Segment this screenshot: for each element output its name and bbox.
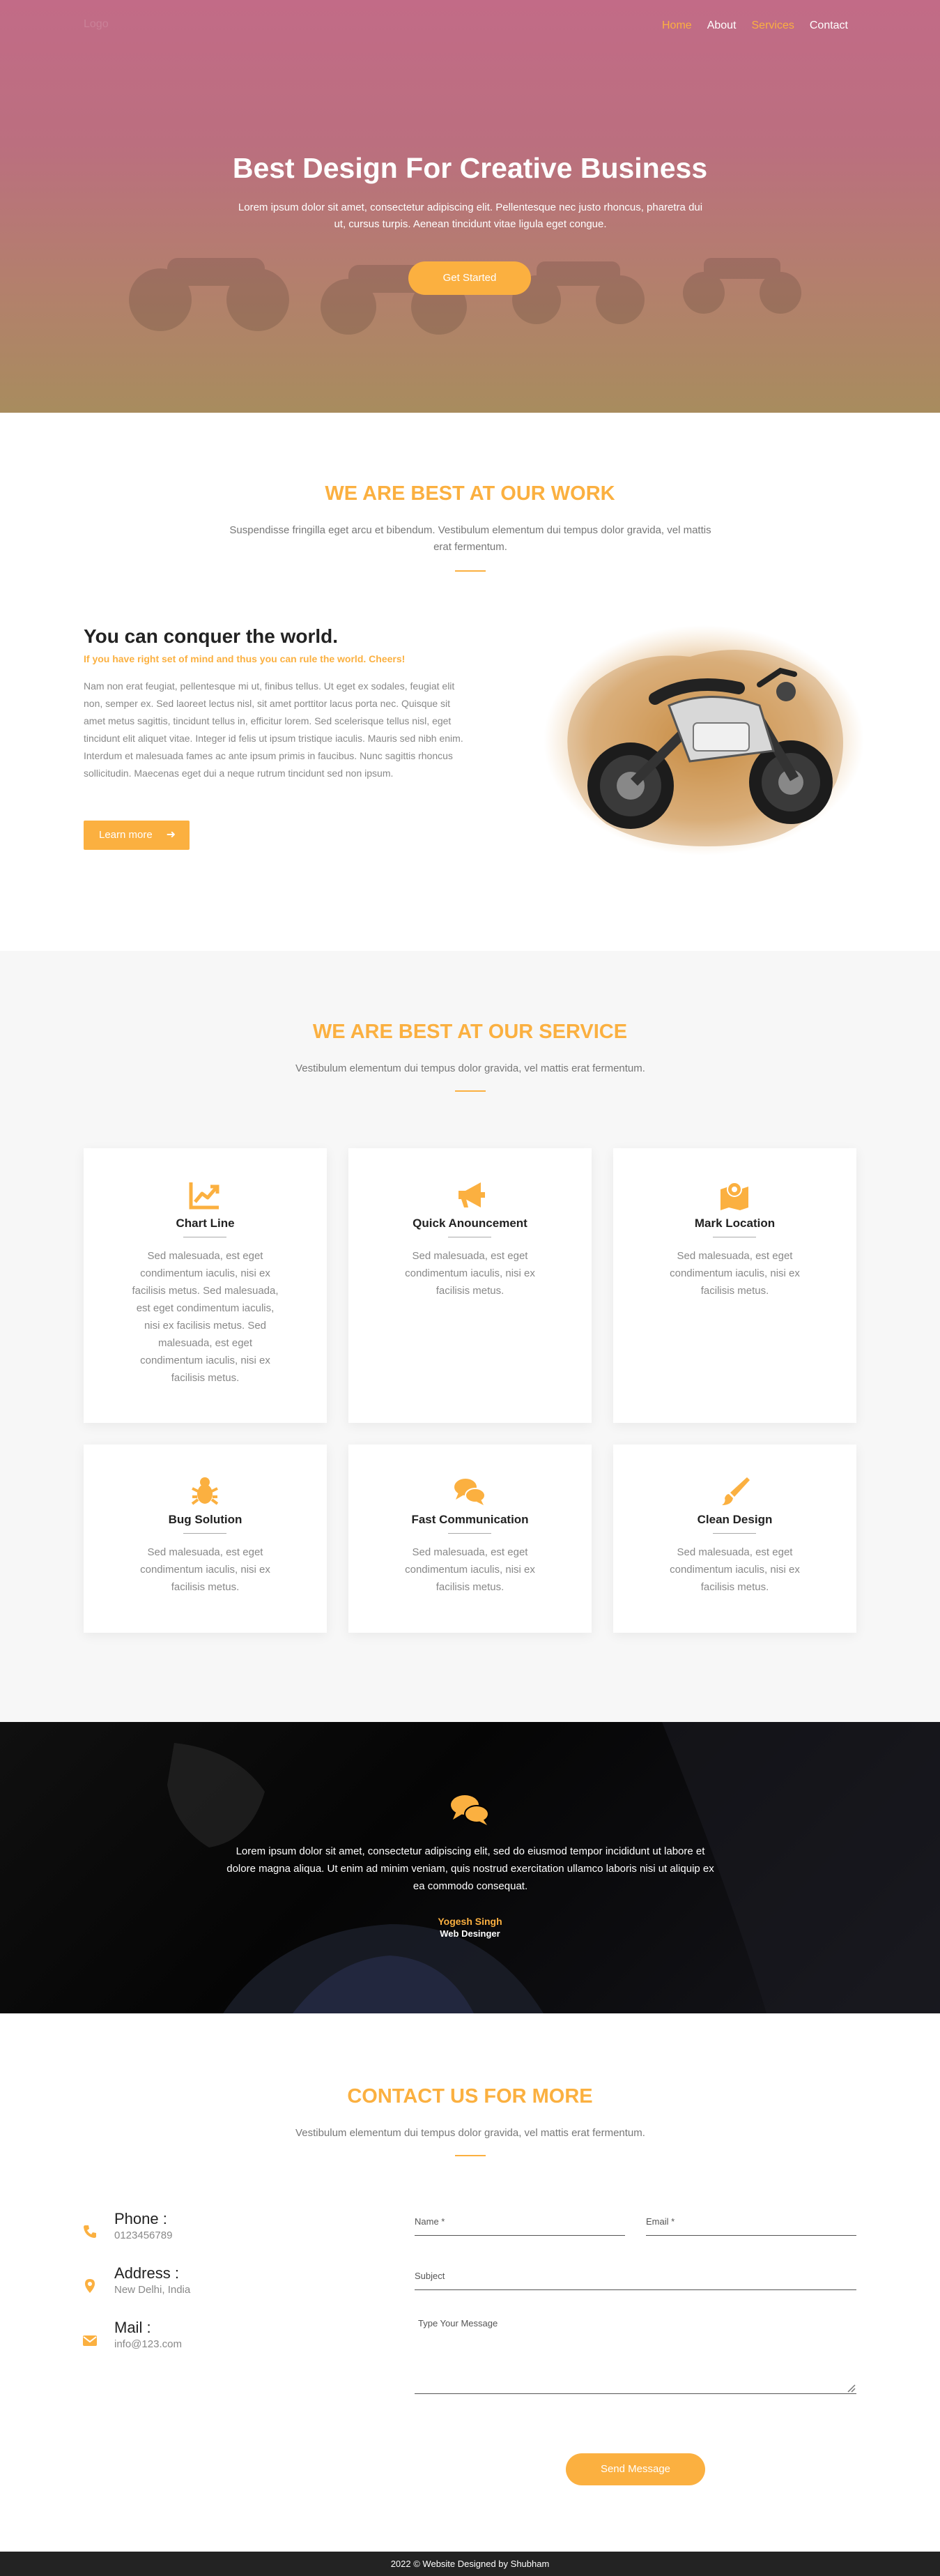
phone-value: 0123456789: [114, 2230, 173, 2241]
service-card-title: Fast Communication: [411, 1513, 529, 1526]
services-section: WE ARE BEST AT OUR SERVICE Vestibulum el…: [0, 951, 940, 1722]
contact-section-subtitle: Vestibulum elementum dui tempus dolor gr…: [295, 2127, 645, 2139]
section-divider: [455, 2155, 486, 2156]
map-marker-icon: [85, 2279, 95, 2293]
service-card-fast-communication[interactable]: Fast Communication Sed malesuada, est eg…: [348, 1445, 592, 1633]
testimonial-role: Web Desinger: [440, 1928, 500, 1939]
message-textarea[interactable]: Type Your Message: [415, 2310, 856, 2394]
service-card-text: Sed malesuada, est eget condimentum iacu…: [140, 1546, 270, 1593]
service-card-text: Sed malesuada, est eget condimentum iacu…: [132, 1250, 279, 1384]
work-section-title: WE ARE BEST AT OUR WORK: [325, 482, 615, 505]
mail-value: info@123.com: [114, 2338, 182, 2350]
mail-label: Mail :: [114, 2319, 151, 2336]
email-field[interactable]: Email *: [646, 2216, 856, 2236]
phone-label: Phone :: [114, 2210, 167, 2227]
site-logo[interactable]: Logo: [84, 18, 109, 31]
contact-section-title: CONTACT US FOR MORE: [347, 2085, 593, 2108]
testimonial-author: Yogesh Singh: [438, 1916, 502, 1927]
resize-handle-icon[interactable]: [846, 2383, 856, 2393]
learn-more-label: Learn more: [99, 829, 153, 841]
footer-copyright: 2022 © Website Designed by Shubham: [390, 2559, 550, 2569]
name-field[interactable]: Name *: [415, 2216, 625, 2236]
nav-item-home[interactable]: Home: [662, 20, 692, 32]
card-divider: [713, 1533, 756, 1534]
hero-title: Best Design For Creative Business: [232, 152, 708, 184]
nav-menu: Home About Services Contact: [662, 20, 848, 32]
top-navigation: Logo Home About Services Contact: [84, 18, 848, 35]
comments-icon: [454, 1479, 486, 1505]
paint-brush-icon: [722, 1477, 750, 1505]
phone-icon: [84, 2225, 96, 2238]
message-placeholder: Type Your Message: [418, 2318, 498, 2329]
contact-section: CONTACT US FOR MORE Vestibulum elementum…: [0, 2013, 940, 2552]
section-divider: [455, 1090, 486, 1092]
work-paragraph: Nam non erat feugiat, pellentesque mi ut…: [84, 680, 463, 779]
service-card-text: Sed malesuada, est eget condimentum iacu…: [670, 1250, 800, 1297]
bullhorn-icon: [459, 1182, 485, 1207]
services-section-subtitle: Vestibulum elementum dui tempus dolor gr…: [295, 1062, 645, 1074]
service-card-text: Sed malesuada, est eget condimentum iacu…: [405, 1546, 535, 1593]
email-placeholder: Email *: [646, 2216, 675, 2227]
card-divider: [183, 1533, 226, 1534]
service-card-bug-solution[interactable]: Bug Solution Sed malesuada, est eget con…: [84, 1445, 327, 1633]
hero-description: Lorem ipsum dolor sit amet, consectetur …: [238, 201, 703, 230]
envelope-icon: [83, 2335, 97, 2346]
service-card-quick-anouncement[interactable]: Quick Anouncement Sed malesuada, est ege…: [348, 1148, 592, 1423]
nav-item-services[interactable]: Services: [752, 20, 794, 32]
footer: 2022 © Website Designed by Shubham: [0, 2552, 940, 2576]
bug-icon: [191, 1477, 219, 1505]
work-heading: You can conquer the world.: [84, 625, 339, 647]
work-tagline: If you have right set of mind and thus y…: [84, 653, 406, 664]
send-message-button[interactable]: Send Message: [566, 2453, 705, 2485]
section-divider: [455, 570, 486, 572]
learn-more-button[interactable]: Learn more ➜: [84, 821, 190, 850]
map-marker-icon: [721, 1182, 748, 1210]
services-section-title: WE ARE BEST AT OUR SERVICE: [312, 1021, 628, 1043]
service-card-text: Sed malesuada, est eget condimentum iacu…: [405, 1250, 535, 1297]
testimonial-section: Lorem ipsum dolor sit amet, consectetur …: [0, 1722, 940, 2013]
service-card-title: Mark Location: [694, 1217, 776, 1230]
arrow-right-icon: ➜: [166, 829, 176, 841]
nav-item-contact[interactable]: Contact: [810, 20, 848, 32]
nav-item-about[interactable]: About: [707, 20, 737, 32]
name-placeholder: Name *: [415, 2216, 445, 2227]
service-card-mark-location[interactable]: Mark Location Sed malesuada, est eget co…: [613, 1148, 856, 1423]
get-started-button[interactable]: Get Started: [408, 261, 531, 295]
address-label: Address :: [114, 2264, 179, 2282]
chart-line-icon: [189, 1182, 219, 1210]
card-divider: [448, 1533, 491, 1534]
subject-placeholder: Subject: [415, 2271, 445, 2281]
service-card-clean-design[interactable]: Clean Design Sed malesuada, est eget con…: [613, 1445, 856, 1633]
comments-icon: [451, 1795, 489, 1825]
subject-field[interactable]: Subject: [415, 2271, 856, 2290]
hero-section: Logo Home About Services Contact Best De…: [0, 0, 940, 413]
address-value: New Delhi, India: [114, 2284, 191, 2296]
testimonial-quote: Lorem ipsum dolor sit amet, consectetur …: [226, 1845, 714, 1892]
work-section: WE ARE BEST AT OUR WORK Suspendisse frin…: [0, 413, 940, 951]
service-card-title: Quick Anouncement: [413, 1217, 527, 1230]
work-section-subtitle: Suspendisse fringilla eget arcu et biben…: [229, 524, 711, 553]
motorcycle-image: [544, 625, 864, 855]
service-card-title: Chart Line: [176, 1217, 235, 1230]
service-card-title: Bug Solution: [168, 1513, 242, 1526]
service-card-chart-line[interactable]: Chart Line Sed malesuada, est eget condi…: [84, 1148, 327, 1423]
service-card-title: Clean Design: [697, 1513, 773, 1526]
service-card-text: Sed malesuada, est eget condimentum iacu…: [670, 1546, 800, 1593]
